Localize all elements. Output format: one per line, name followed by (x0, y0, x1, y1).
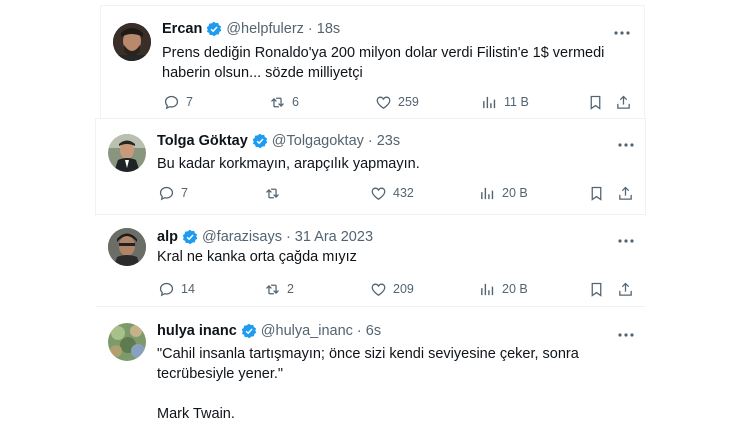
verified-badge-icon (241, 323, 257, 339)
repost-icon (266, 188, 279, 198)
more-options-icon[interactable] (615, 234, 637, 248)
timestamp[interactable]: 6s (366, 323, 381, 339)
share-button[interactable] (615, 92, 632, 112)
views-chart-icon (481, 187, 494, 199)
views-button[interactable]: 11 B (481, 92, 529, 112)
more-options-icon[interactable] (611, 26, 633, 40)
separator-dot: · (307, 21, 313, 37)
views-button[interactable]: 20 B (479, 183, 528, 203)
like-button[interactable]: 209 (370, 279, 414, 299)
repost-count: 2 (287, 282, 294, 296)
repost-button[interactable] (264, 183, 281, 203)
tweet-text-line: Bu kadar korkmayın, arapçılık yapmayın. (157, 156, 420, 172)
bookmark-button[interactable] (587, 92, 604, 112)
avatar[interactable] (108, 323, 146, 361)
repost-icon (266, 284, 279, 294)
user-handle[interactable]: @Tolgagoktay (272, 133, 364, 149)
like-count: 259 (398, 95, 419, 109)
action-bar: 14 2 209 20 B (158, 279, 638, 299)
user-handle[interactable]: @helpfulerz (226, 21, 304, 37)
tweet-text-line: Mark Twain. (157, 406, 235, 422)
like-button[interactable]: 432 (370, 183, 414, 203)
reply-icon (159, 282, 174, 296)
bookmark-button[interactable] (588, 279, 605, 299)
tweet-text-line (157, 384, 627, 404)
like-button[interactable]: 259 (375, 92, 419, 112)
reply-icon (164, 95, 179, 109)
more-options-icon[interactable] (615, 138, 637, 152)
display-name[interactable]: alp (157, 229, 178, 245)
tweet-text: Bu kadar korkmayın, arapçılık yapmayın. (157, 154, 627, 174)
repost-button[interactable]: 2 (264, 279, 294, 299)
repost-button[interactable]: 6 (269, 92, 299, 112)
timestamp[interactable]: 18s (317, 21, 340, 37)
heart-icon (371, 187, 386, 200)
tweet[interactable]: alp @farazisays · 31 Ara 2023 Kral ne ka… (96, 215, 645, 307)
heart-icon (371, 283, 386, 296)
action-bar: 7 6 259 11 B (163, 92, 633, 112)
view-count: 20 B (502, 186, 528, 200)
timestamp[interactable]: 31 Ara 2023 (295, 229, 373, 245)
repost-count: 6 (292, 95, 299, 109)
separator-dot: · (356, 323, 362, 339)
display-name[interactable]: Tolga Göktay (157, 133, 248, 149)
bookmark-icon (591, 282, 602, 297)
views-chart-icon (483, 96, 496, 108)
like-count: 432 (393, 186, 414, 200)
views-button[interactable]: 20 B (479, 279, 528, 299)
bookmark-icon (591, 186, 602, 201)
verified-badge-icon (207, 21, 222, 37)
more-options-icon[interactable] (615, 328, 637, 342)
display-name[interactable]: Ercan (162, 21, 202, 37)
bookmark-button[interactable] (588, 183, 605, 203)
view-count: 20 B (502, 282, 528, 296)
user-handle[interactable]: @farazisays (202, 229, 282, 245)
reply-button[interactable]: 7 (158, 183, 188, 203)
reply-button[interactable]: 14 (158, 279, 195, 299)
tweet-text: Prens dediğin Ronaldo'ya 200 milyon dola… (162, 43, 632, 83)
avatar[interactable] (108, 228, 146, 266)
timestamp[interactable]: 23s (377, 133, 400, 149)
display-name[interactable]: hulya inanc (157, 323, 237, 339)
separator-dot: · (285, 229, 291, 245)
share-icon (619, 282, 632, 296)
share-button[interactable] (617, 279, 634, 299)
separator-dot: · (367, 133, 373, 149)
reply-button[interactable]: 7 (163, 92, 193, 112)
verified-badge-icon (252, 133, 268, 149)
tweet-text-line: Kral ne kanka orta çağda mıyız (157, 249, 357, 265)
repost-icon (271, 97, 284, 107)
user-handle[interactable]: @hulya_inanc (261, 323, 353, 339)
views-chart-icon (481, 283, 494, 295)
share-icon (619, 186, 632, 200)
tweet-text-line: Prens dediğin Ronaldo'ya 200 milyon dola… (162, 45, 605, 61)
tweet-text-line: tecrübesiyle yener." (157, 366, 284, 382)
tweet-text-line: "Cahil insanla tartışmayın; önce sizi ke… (157, 346, 579, 362)
reply-count: 7 (186, 95, 193, 109)
share-button[interactable] (617, 183, 634, 203)
reply-count: 7 (181, 186, 188, 200)
tweet-text: Kral ne kanka orta çağda mıyız (157, 247, 627, 267)
heart-icon (376, 96, 391, 109)
tweet-text: "Cahil insanla tartışmayın; önce sizi ke… (157, 344, 627, 424)
action-bar: 7 432 20 B (158, 183, 638, 203)
tweet[interactable]: Ercan @helpfulerz · 18s Prens dediğin Ro… (100, 5, 645, 121)
tweet[interactable]: Tolga Göktay @Tolgagoktay · 23s Bu kadar… (96, 119, 645, 215)
bookmark-icon (590, 95, 601, 110)
share-icon (617, 95, 630, 109)
tweet[interactable]: hulya inanc @hulya_inanc · 6s "Cahil ins… (96, 307, 645, 427)
avatar[interactable] (108, 134, 146, 172)
avatar[interactable] (113, 23, 151, 61)
view-count: 11 B (504, 95, 529, 109)
like-count: 209 (393, 282, 414, 296)
verified-badge-icon (182, 229, 198, 245)
reply-count: 14 (181, 282, 195, 296)
reply-icon (159, 186, 174, 200)
tweet-text-line: haberin olsun... sözde milliyetçi (162, 65, 363, 81)
